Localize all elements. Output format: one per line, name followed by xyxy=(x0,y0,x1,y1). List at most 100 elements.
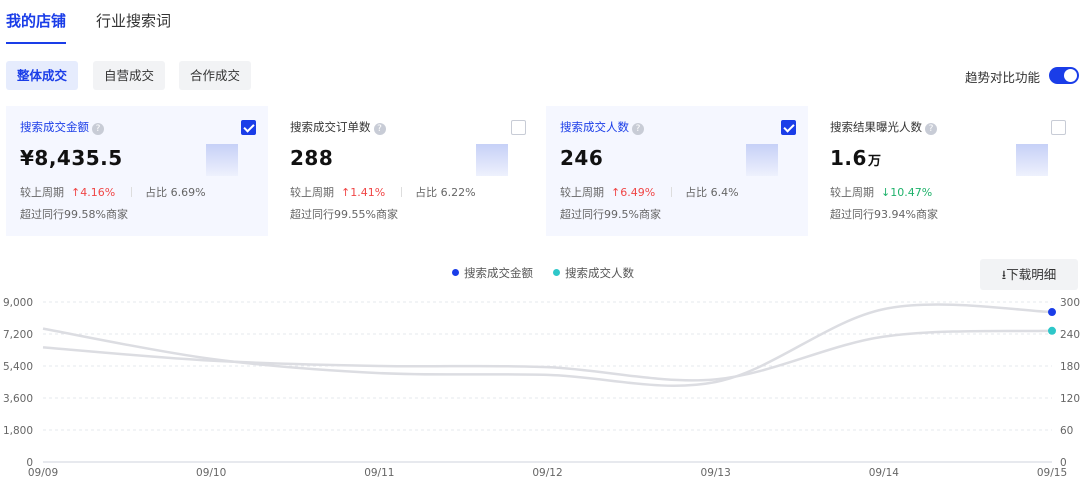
mini-bar-chart xyxy=(476,144,508,176)
card-rank: 超过同行93.94%商家 xyxy=(830,208,938,221)
change-up-icon: ↑ xyxy=(607,186,621,199)
compare-label: 较上周期 xyxy=(560,186,604,199)
card-value: ¥8,435.5 xyxy=(20,146,123,170)
help-icon[interactable]: ? xyxy=(92,123,104,135)
y-axis-right: 060120180240300 xyxy=(1060,297,1080,469)
trend-compare-label: 趋势对比功能 xyxy=(964,70,1040,85)
card-title-text: 搜索结果曝光人数 xyxy=(830,120,922,134)
card-compare: 较上周期 ↑1.41% 占比 6.22% xyxy=(290,184,476,200)
legend-item-gmv[interactable]: 搜索成交金额 xyxy=(452,265,533,281)
chart-grid xyxy=(43,301,1052,463)
compare-label: 较上周期 xyxy=(20,186,64,199)
card-compare: 较上周期 ↑4.16% 占比 6.69% xyxy=(20,184,206,200)
x-tick-label: 09/14 xyxy=(869,467,900,479)
share-value: 6.4% xyxy=(710,186,739,199)
x-tick-label: 09/12 xyxy=(532,467,562,479)
x-tick-label: 09/15 xyxy=(1037,467,1067,479)
change-value: 4.16% xyxy=(80,186,116,199)
mini-bar-chart xyxy=(746,144,778,176)
card-title: 搜索成交人数? xyxy=(560,119,644,135)
y-left-tick-label: 9,000 xyxy=(3,297,33,309)
subtab-overall-deals[interactable]: 整体成交 xyxy=(6,61,79,90)
change-value: 1.41% xyxy=(350,186,386,199)
card-title: 搜索成交订单数? xyxy=(290,119,386,135)
card-checkbox[interactable] xyxy=(241,120,256,135)
y-right-tick-label: 60 xyxy=(1060,425,1073,437)
x-axis: 09/09 09/10 09/11 09/12 09/13 09/14 09/15 xyxy=(28,467,1067,479)
share-label: 占比 xyxy=(145,186,168,199)
y-right-tick-label: 300 xyxy=(1060,297,1080,309)
x-tick-label: 09/09 xyxy=(28,467,58,479)
card-value-number: 1.6 xyxy=(830,146,867,170)
help-icon[interactable]: ? xyxy=(632,123,644,135)
share-label: 占比 xyxy=(415,186,438,199)
x-tick-label: 09/11 xyxy=(364,467,394,479)
mini-bar-chart xyxy=(1016,144,1048,176)
y-right-tick-label: 120 xyxy=(1060,393,1080,405)
card-title-text: 搜索成交金额 xyxy=(20,120,89,134)
divider xyxy=(400,187,402,197)
subtab-self-run-deals[interactable]: 自营成交 xyxy=(93,61,166,90)
card-compare: 较上周期 ↑6.49% 占比 6.4% xyxy=(560,184,739,200)
divider xyxy=(130,187,132,197)
legend-label: 搜索成交人数 xyxy=(565,266,634,280)
card-title: 搜索成交金额? xyxy=(20,119,104,135)
card-value: 288 xyxy=(290,146,333,170)
card-value-number: 288 xyxy=(290,146,334,170)
card-compare: 较上周期 ↓10.47% xyxy=(830,184,932,200)
metric-card-search-buyers[interactable]: 搜索成交人数? 246 较上周期 ↑6.49% 占比 6.4% 超过同行99.5… xyxy=(546,106,808,236)
y-left-tick-label: 3,600 xyxy=(3,393,33,405)
card-rank: 超过同行99.55%商家 xyxy=(290,208,398,221)
y-right-tick-label: 240 xyxy=(1060,329,1080,341)
x-tick-label: 09/10 xyxy=(196,467,226,479)
y-axis-left: 01,8003,6005,4007,2009,000 xyxy=(3,297,33,469)
series-end-point-1[interactable] xyxy=(1048,308,1056,317)
y-left-tick-label: 5,400 xyxy=(3,361,33,373)
help-icon[interactable]: ? xyxy=(373,123,386,135)
card-value-number: ¥8,435.5 xyxy=(20,146,123,170)
card-value: 246 xyxy=(560,146,603,170)
trend-line-chart: 01,8003,6005,4007,2009,000 0601201802403… xyxy=(3,297,1080,479)
change-up-icon: ↑ xyxy=(67,186,81,199)
card-checkbox[interactable] xyxy=(781,120,796,135)
card-title: 搜索结果曝光人数? xyxy=(830,119,937,135)
toggle-knob xyxy=(1064,69,1077,82)
card-title-text: 搜索成交人数 xyxy=(560,120,629,134)
active-tab-indicator xyxy=(6,42,66,44)
share-label: 占比 xyxy=(685,186,708,199)
tab-my-store[interactable]: 我的店铺 xyxy=(6,10,66,31)
card-checkbox[interactable] xyxy=(511,120,526,135)
series-end-point-2[interactable] xyxy=(1048,326,1056,335)
legend-label: 搜索成交金额 xyxy=(464,266,533,280)
card-checkbox[interactable] xyxy=(1051,120,1066,135)
y-left-tick-label: 7,200 xyxy=(3,329,33,341)
tab-industry-keywords[interactable]: 行业搜索词 xyxy=(96,10,171,31)
legend-dot xyxy=(553,269,560,276)
card-value-unit: 万 xyxy=(867,154,882,169)
series-line-1 xyxy=(42,303,1053,387)
download-details-button[interactable]: ⭳下载明细 xyxy=(980,259,1078,290)
card-title-text: 搜索成交订单数 xyxy=(290,120,371,134)
card-rank: 超过同行99.58%商家 xyxy=(20,208,128,221)
change-value: 6.49% xyxy=(620,186,656,199)
change-value: 10.47% xyxy=(890,186,933,199)
legend-item-buyers[interactable]: 搜索成交人数 xyxy=(553,265,634,281)
y-right-tick-label: 180 xyxy=(1060,361,1080,373)
card-value-number: 246 xyxy=(560,146,604,170)
compare-label: 较上周期 xyxy=(830,186,874,199)
chart-lines xyxy=(42,303,1056,387)
mini-bar-chart xyxy=(206,144,238,176)
download-label: 下载明细 xyxy=(1006,267,1057,282)
metric-card-search-exposure[interactable]: 搜索结果曝光人数? 1.6万 较上周期 ↓10.47% 超过同行93.94%商家 xyxy=(816,106,1078,236)
trend-compare-toggle[interactable] xyxy=(1049,67,1079,84)
metric-card-search-orders[interactable]: 搜索成交订单数? 288 较上周期 ↑1.41% 占比 6.22% 超过同行99… xyxy=(276,106,538,236)
change-down-icon: ↓ xyxy=(877,186,891,199)
share-value: 6.22% xyxy=(440,186,476,199)
legend-dot xyxy=(452,269,459,276)
change-up-icon: ↑ xyxy=(337,186,351,199)
help-icon[interactable]: ? xyxy=(925,123,937,135)
subtab-partner-deals[interactable]: 合作成交 xyxy=(179,61,252,90)
compare-label: 较上周期 xyxy=(290,186,334,199)
metric-card-search-gmv[interactable]: 搜索成交金额? ¥8,435.5 较上周期 ↑4.16% 占比 6.69% 超过… xyxy=(6,106,268,236)
share-value: 6.69% xyxy=(170,186,206,199)
